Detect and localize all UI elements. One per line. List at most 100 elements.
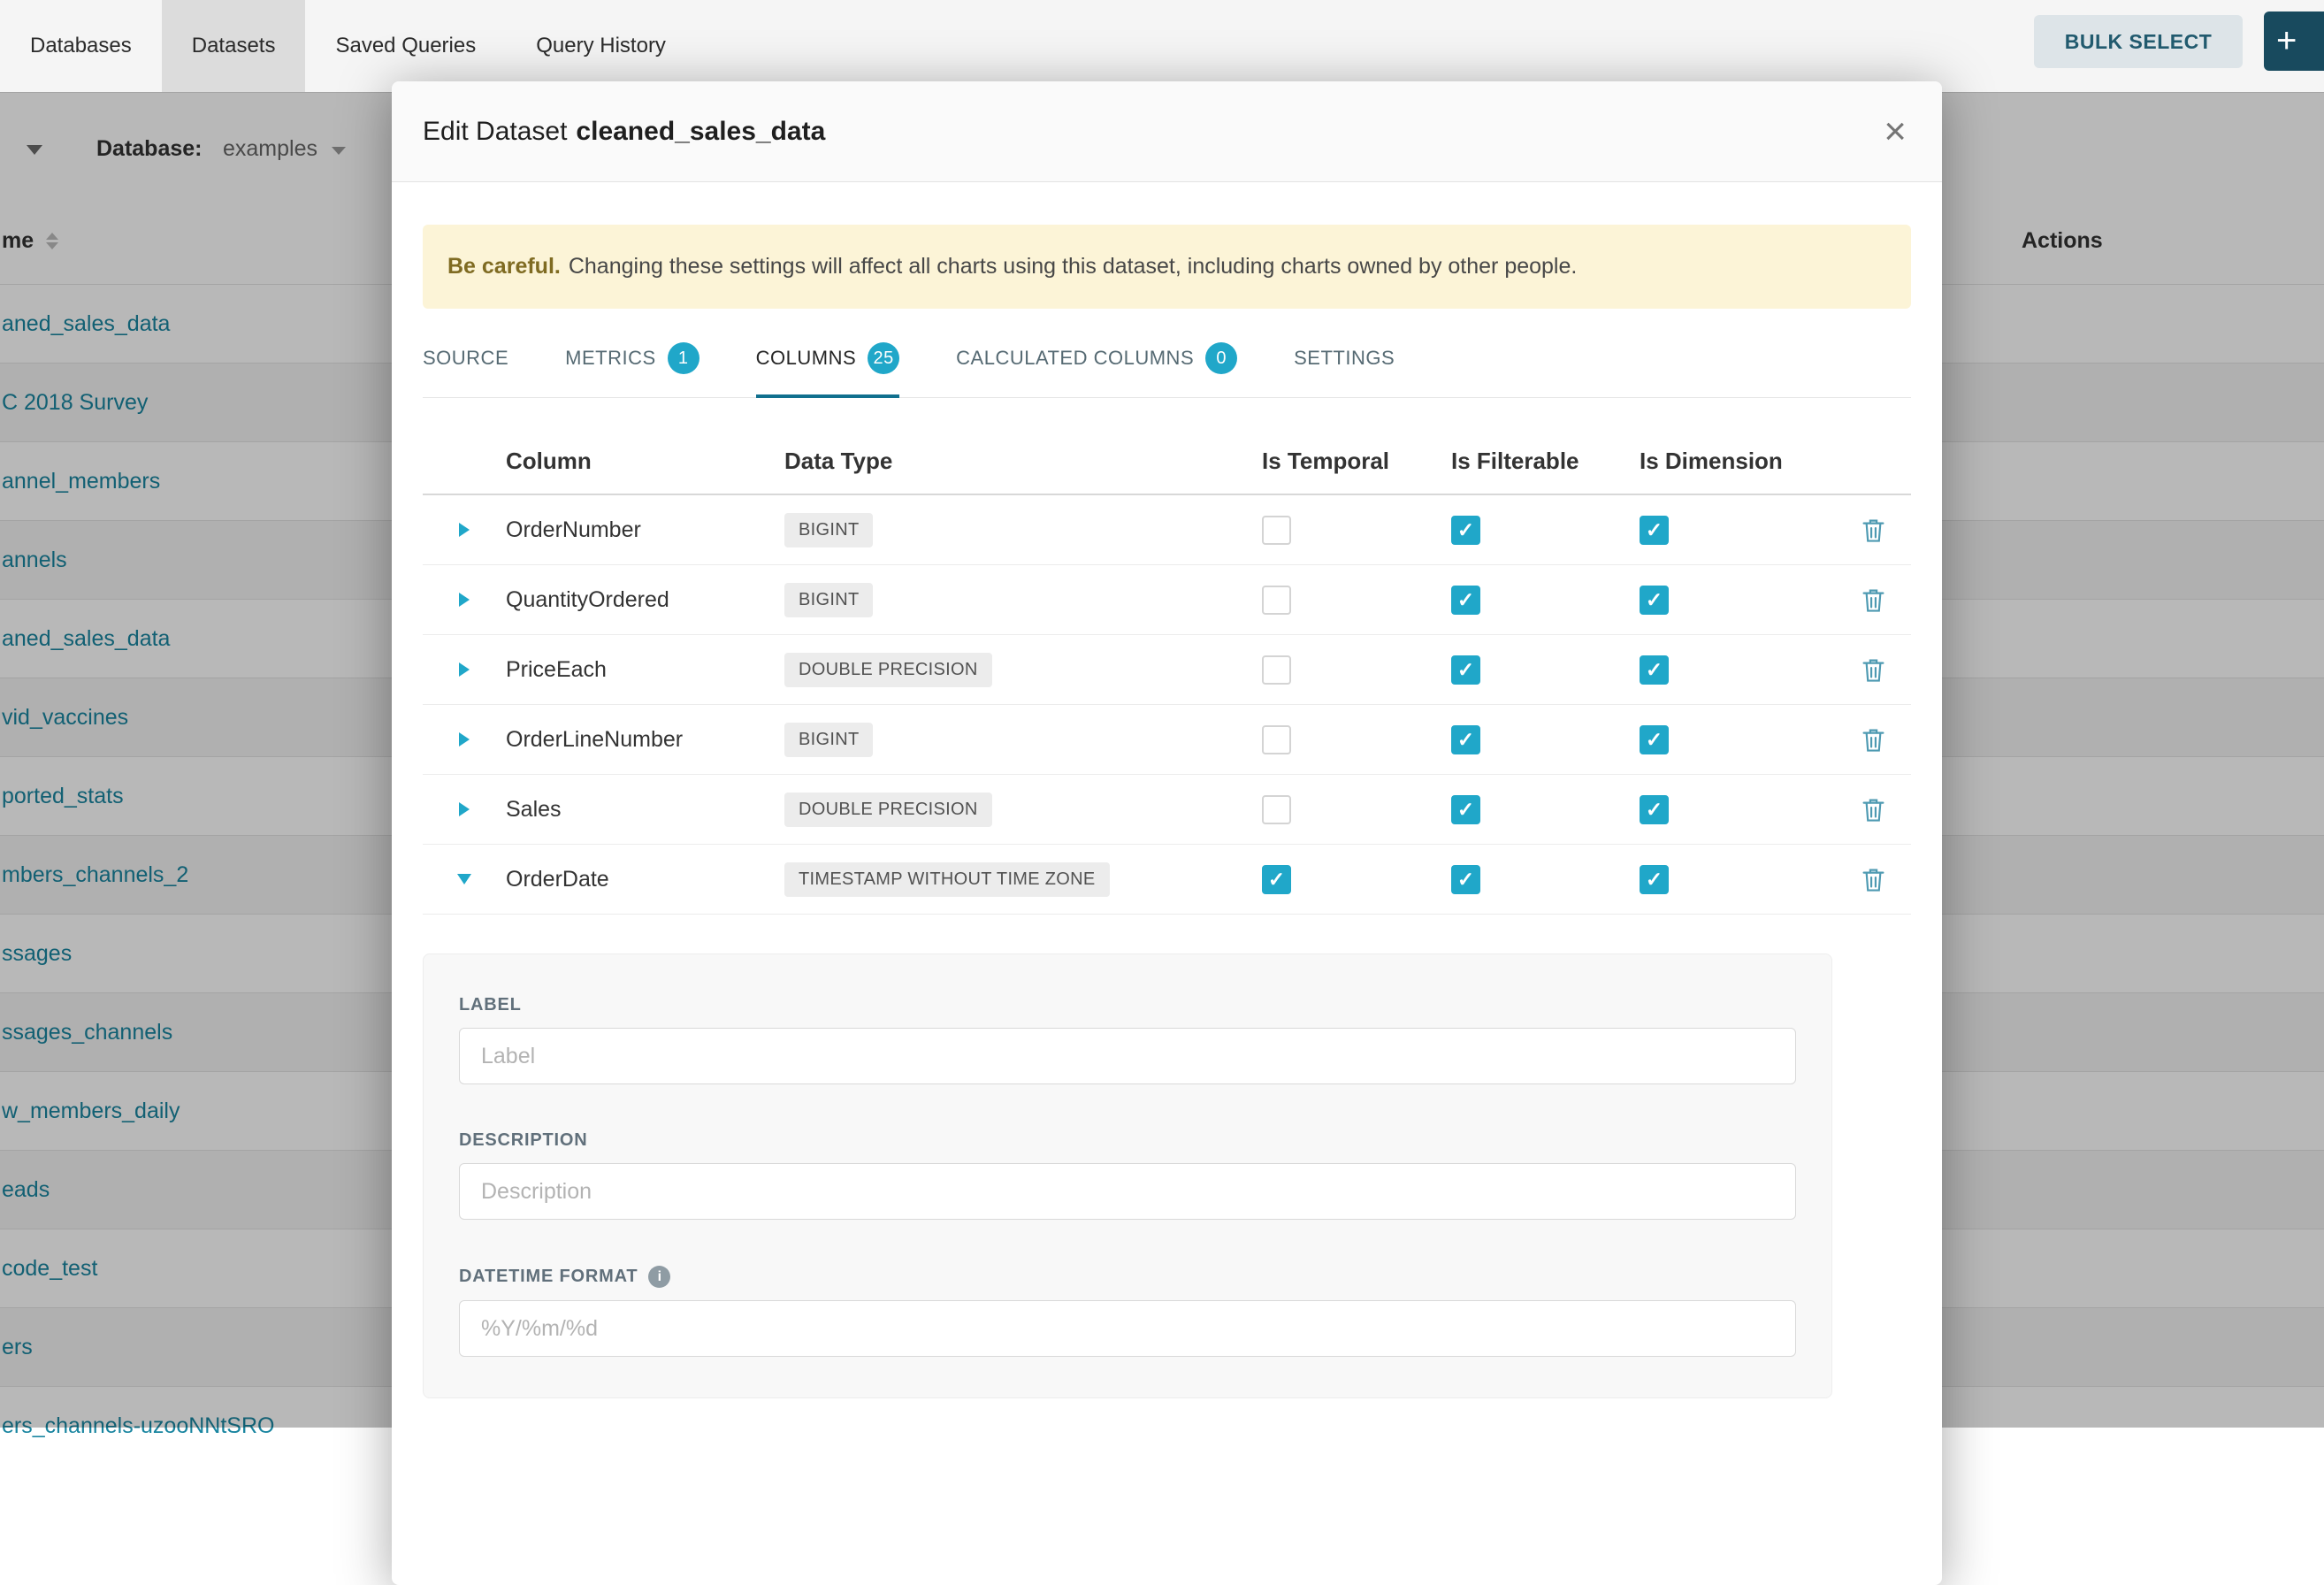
is-dimension-checkbox[interactable] (1640, 516, 1669, 545)
tab-metrics[interactable]: METRICS 1 (565, 319, 699, 397)
column-row: QuantityOrderedBIGINT (423, 565, 1911, 635)
column-name: QuantityOrdered (506, 587, 784, 613)
close-icon[interactable]: × (1884, 112, 1907, 151)
th-is-dimension: Is Dimension (1640, 448, 1836, 475)
tab-columns[interactable]: COLUMNS 25 (756, 319, 900, 397)
label-field: LABEL (459, 995, 1796, 1084)
tab-label: METRICS (565, 347, 656, 370)
th-column: Column (506, 448, 784, 475)
expand-caret-icon[interactable] (459, 523, 470, 537)
is-temporal-checkbox[interactable] (1262, 655, 1291, 685)
data-type-pill: TIMESTAMP WITHOUT TIME ZONE (784, 862, 1110, 897)
data-type-pill: BIGINT (784, 583, 873, 617)
warning-banner-bold: Be careful. (447, 254, 561, 279)
label-input[interactable] (459, 1028, 1796, 1084)
data-type-pill: BIGINT (784, 513, 873, 547)
datetime-format-field-label: DATETIME FORMAT (459, 1267, 638, 1287)
delete-column-button[interactable] (1861, 797, 1885, 823)
is-dimension-checkbox[interactable] (1640, 586, 1669, 615)
nav-item-datasets[interactable]: Datasets (162, 0, 306, 92)
column-name: OrderDate (506, 867, 784, 892)
label-field-label: LABEL (459, 995, 522, 1015)
data-type-cell: DOUBLE PRECISION (784, 653, 1262, 687)
is-filterable-checkbox[interactable] (1451, 865, 1480, 894)
is-temporal-checkbox[interactable] (1262, 795, 1291, 824)
top-nav: DatabasesDatasetsSaved QueriesQuery Hist… (0, 0, 2324, 93)
data-type-pill: DOUBLE PRECISION (784, 653, 992, 687)
delete-column-button[interactable] (1861, 657, 1885, 683)
data-type-cell: TIMESTAMP WITHOUT TIME ZONE (784, 862, 1262, 897)
is-filterable-checkbox[interactable] (1451, 655, 1480, 685)
th-data-type: Data Type (784, 448, 1262, 475)
warning-banner-text: Changing these settings will affect all … (569, 254, 1578, 279)
description-input[interactable] (459, 1163, 1796, 1220)
data-type-cell: BIGINT (784, 723, 1262, 757)
info-icon[interactable] (648, 1266, 670, 1288)
expand-caret-icon[interactable] (459, 802, 470, 816)
tab-count-badge: 1 (668, 342, 699, 374)
modal-body: Be careful. Changing these settings will… (392, 225, 1942, 1398)
is-filterable-checkbox[interactable] (1451, 586, 1480, 615)
is-temporal-checkbox[interactable] (1262, 516, 1291, 545)
column-name: Sales (506, 797, 784, 823)
tab-calculated-columns[interactable]: CALCULATED COLUMNS 0 (956, 319, 1237, 397)
column-name: PriceEach (506, 657, 784, 683)
modal-header: Edit Dataset cleaned_sales_data × (392, 81, 1942, 182)
data-type-pill: DOUBLE PRECISION (784, 792, 992, 827)
column-name: OrderNumber (506, 517, 784, 543)
tab-label: CALCULATED COLUMNS (956, 347, 1194, 370)
nav-tabs: DatabasesDatasetsSaved QueriesQuery Hist… (0, 0, 696, 92)
plus-icon: + (2276, 21, 2297, 61)
description-field-label: DESCRIPTION (459, 1130, 587, 1151)
tab-settings[interactable]: SETTINGS (1294, 319, 1395, 397)
data-type-cell: DOUBLE PRECISION (784, 792, 1262, 827)
tab-label: COLUMNS (756, 347, 857, 370)
modal-title-prefix: Edit Dataset (423, 117, 567, 146)
description-field: DESCRIPTION (459, 1130, 1796, 1220)
is-temporal-checkbox[interactable] (1262, 586, 1291, 615)
column-row: OrderNumberBIGINT (423, 495, 1911, 565)
delete-column-button[interactable] (1861, 587, 1885, 613)
tab-count-badge: 0 (1205, 342, 1237, 374)
is-filterable-checkbox[interactable] (1451, 725, 1480, 754)
tab-label: SOURCE (423, 347, 508, 370)
tab-source[interactable]: SOURCE (423, 319, 508, 397)
expand-caret-icon[interactable] (459, 593, 470, 607)
column-name: OrderLineNumber (506, 727, 784, 753)
th-is-filterable: Is Filterable (1451, 448, 1640, 475)
delete-column-button[interactable] (1861, 727, 1885, 753)
data-type-cell: BIGINT (784, 513, 1262, 547)
expand-caret-icon[interactable] (459, 662, 470, 677)
column-row: OrderDateTIMESTAMP WITHOUT TIME ZONE (423, 845, 1911, 915)
dataset-name: cleaned_sales_data (576, 117, 825, 146)
modal-tabs: SOURCE METRICS 1 COLUMNS 25 CALCULATED COLUMN… (423, 319, 1911, 398)
nav-item-query-history[interactable]: Query History (506, 0, 696, 92)
columns-table-body: OrderNumberBIGINTQuantityOrderedBIGINTPr… (423, 495, 1911, 915)
is-dimension-checkbox[interactable] (1640, 725, 1669, 754)
expand-caret-icon[interactable] (459, 732, 470, 747)
column-row: OrderLineNumberBIGINT (423, 705, 1911, 775)
datetime-format-input[interactable] (459, 1300, 1796, 1357)
is-temporal-checkbox[interactable] (1262, 865, 1291, 894)
add-dataset-button[interactable]: + (2264, 11, 2324, 71)
nav-item-saved-queries[interactable]: Saved Queries (305, 0, 506, 92)
is-dimension-checkbox[interactable] (1640, 865, 1669, 894)
data-type-pill: BIGINT (784, 723, 873, 757)
modal-title: Edit Dataset cleaned_sales_data (423, 117, 825, 147)
tab-count-badge: 25 (868, 342, 899, 374)
tab-label: SETTINGS (1294, 347, 1395, 370)
delete-column-button[interactable] (1861, 517, 1885, 543)
bulk-select-button[interactable]: BULK SELECT (2034, 15, 2243, 68)
is-temporal-checkbox[interactable] (1262, 725, 1291, 754)
is-filterable-checkbox[interactable] (1451, 795, 1480, 824)
column-row: PriceEachDOUBLE PRECISION (423, 635, 1911, 705)
is-filterable-checkbox[interactable] (1451, 516, 1480, 545)
column-row: SalesDOUBLE PRECISION (423, 775, 1911, 845)
is-dimension-checkbox[interactable] (1640, 795, 1669, 824)
nav-item-databases[interactable]: Databases (0, 0, 162, 92)
collapse-caret-icon[interactable] (457, 874, 471, 884)
delete-column-button[interactable] (1861, 867, 1885, 892)
column-detail-panel: LABEL DESCRIPTION DATETIME FORMAT (423, 953, 1832, 1398)
is-dimension-checkbox[interactable] (1640, 655, 1669, 685)
data-type-cell: BIGINT (784, 583, 1262, 617)
